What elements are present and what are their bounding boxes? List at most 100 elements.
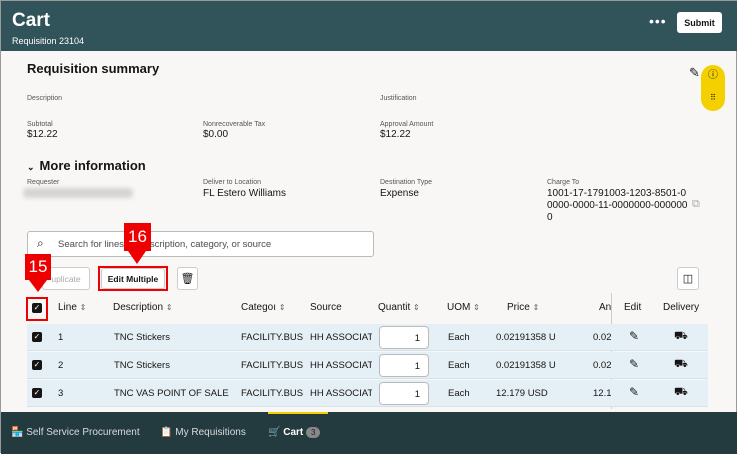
quantity-input[interactable]: 1	[379, 354, 429, 377]
table-row[interactable]: ✓ 2 TNC Stickers FACILITY.BUS HH ASSOCIA…	[27, 352, 708, 379]
columns-icon: ◫	[682, 273, 694, 285]
more-information-title: More information	[39, 158, 146, 173]
destination-value: Expense	[380, 188, 419, 199]
row-checkbox[interactable]: ✓	[32, 360, 42, 370]
line-number: 3	[58, 388, 64, 399]
col-category[interactable]: Categoı ⇕	[241, 302, 286, 313]
trash-icon: 🗑	[180, 273, 195, 285]
more-actions-button[interactable]: •••	[649, 13, 667, 29]
destination-label: Destination Type	[380, 179, 433, 186]
grid-icon: ⠿	[710, 93, 716, 102]
assistant-widget[interactable]: ⓘ ⠿	[701, 65, 725, 111]
line-number: 1	[58, 332, 64, 343]
edit-pencil-icon[interactable]: ✎	[689, 65, 700, 81]
description-label: Description	[27, 95, 63, 102]
more-information-toggle[interactable]: ⌄ More information	[27, 158, 146, 173]
category: FACILITY.BUS	[241, 360, 303, 371]
table-row[interactable]: ✓ 1 TNC Stickers FACILITY.BUS HH ASSOCIA…	[27, 324, 708, 351]
row-checkbox[interactable]: ✓	[32, 332, 42, 342]
category: FACILITY.BUS	[241, 332, 303, 343]
cart-icon: 🛒	[268, 427, 281, 438]
amount: 12.18	[593, 388, 611, 399]
col-price[interactable]: Price ⇕	[507, 302, 539, 313]
store-icon: 🏪	[11, 427, 24, 438]
col-edit: Edit	[624, 302, 642, 313]
tax-label: Nonrecoverable Tax	[203, 121, 266, 128]
charge-label: Charge To	[547, 179, 580, 186]
category: FACILITY.BUS	[241, 388, 303, 399]
subtotal-value: $12.22	[27, 129, 58, 140]
approval-value: $12.22	[380, 129, 411, 140]
sort-icon: ⇕	[473, 303, 480, 312]
charge-value: 1001-17-1791003-1203-8501-00000-0000-11-…	[547, 188, 688, 223]
search-input[interactable]	[28, 232, 373, 256]
sort-icon: ⇕	[413, 303, 420, 312]
sort-icon: ⇕	[79, 303, 87, 312]
callout-arrow	[29, 280, 47, 292]
highlight-edit-multiple	[98, 266, 168, 291]
search-field[interactable]: ⌕ Search for lines scription, category, …	[27, 231, 374, 257]
approval-label: Approval Amount	[380, 121, 434, 128]
line-number: 2	[58, 360, 64, 371]
uom: Each	[448, 360, 470, 371]
delivery-truck-icon[interactable]: ⛟	[674, 358, 688, 372]
price: 12.179 USD	[496, 388, 548, 399]
external-link-icon[interactable]: ⧉	[692, 198, 700, 211]
col-delivery: Delivery	[663, 302, 700, 313]
description: TNC VAS POINT OF SALE	[114, 388, 229, 399]
col-line[interactable]: Line ⇕	[58, 302, 86, 313]
quantity-input[interactable]: 1	[379, 382, 429, 405]
uom: Each	[448, 332, 470, 343]
row-checkbox[interactable]: ✓	[32, 388, 42, 398]
submit-button[interactable]: Submit	[677, 12, 722, 33]
edit-pencil-icon[interactable]: ✎	[629, 385, 639, 399]
callout-16: 16	[124, 223, 151, 251]
info-icon: ⓘ	[708, 70, 718, 81]
summary-title: Requisition summary	[27, 61, 160, 76]
deliver-value: FL Estero Williams	[203, 188, 286, 199]
delete-button[interactable]: 🗑	[177, 267, 198, 290]
table-row[interactable]: ✓ 3 TNC VAS POINT OF SALE FACILITY.BUS H…	[27, 380, 708, 407]
delivery-truck-icon[interactable]: ⛟	[674, 386, 688, 400]
source: HH ASSOCIAT	[310, 332, 372, 343]
search-icon: ⌕	[37, 236, 44, 250]
chevron-down-icon: ⌄	[27, 162, 40, 172]
delivery-truck-icon[interactable]: ⛟	[674, 330, 688, 344]
sort-icon: ⇕	[278, 303, 286, 312]
source: HH ASSOCIAT	[310, 360, 372, 371]
tax-value: $0.00	[203, 129, 229, 140]
description: TNC Stickers	[114, 360, 170, 371]
page-header: Cart Requisition 23104 ••• Submit	[1, 1, 737, 51]
justification-label: Justification	[380, 95, 417, 102]
subtotal-label: Subtotal	[27, 121, 53, 128]
edit-pencil-icon[interactable]: ✎	[629, 329, 639, 343]
columns-button[interactable]: ◫	[677, 267, 699, 290]
amount: 0.02	[593, 360, 611, 371]
sort-icon: ⇕	[165, 303, 173, 312]
col-source[interactable]: Source	[310, 302, 342, 313]
clipboard-icon: 📋	[160, 427, 173, 438]
cart-count-badge: 3	[306, 427, 321, 438]
callout-arrow	[128, 251, 146, 264]
highlight-select-all	[26, 297, 48, 321]
nav-cart[interactable]: 🛒 Cart 3	[268, 427, 321, 438]
bottom-nav: 🏪 Self Service Procurement 📋 My Requisit…	[1, 412, 737, 454]
nav-self-service[interactable]: 🏪 Self Service Procurement	[11, 427, 140, 438]
source: HH ASSOCIAT	[310, 388, 372, 399]
requester-label: Requester	[27, 179, 60, 186]
amount: 0.02	[593, 332, 611, 343]
requisition-number: Requisition 23104	[12, 36, 85, 46]
page-title: Cart	[12, 10, 51, 31]
quantity-input[interactable]: 1	[379, 326, 429, 349]
description: TNC Stickers	[114, 332, 170, 343]
col-description[interactable]: Description ⇕	[113, 302, 173, 313]
price: 0.02191358 U	[496, 332, 556, 343]
uom: Each	[448, 388, 470, 399]
price: 0.02191358 U	[496, 360, 556, 371]
col-uom[interactable]: UOM ⇕	[447, 302, 480, 313]
sort-icon: ⇕	[532, 303, 540, 312]
col-quantity[interactable]: Quantit ⇕	[378, 302, 420, 313]
edit-pencil-icon[interactable]: ✎	[629, 357, 639, 371]
nav-my-requisitions[interactable]: 📋 My Requisitions	[160, 427, 246, 438]
active-indicator	[268, 412, 328, 414]
